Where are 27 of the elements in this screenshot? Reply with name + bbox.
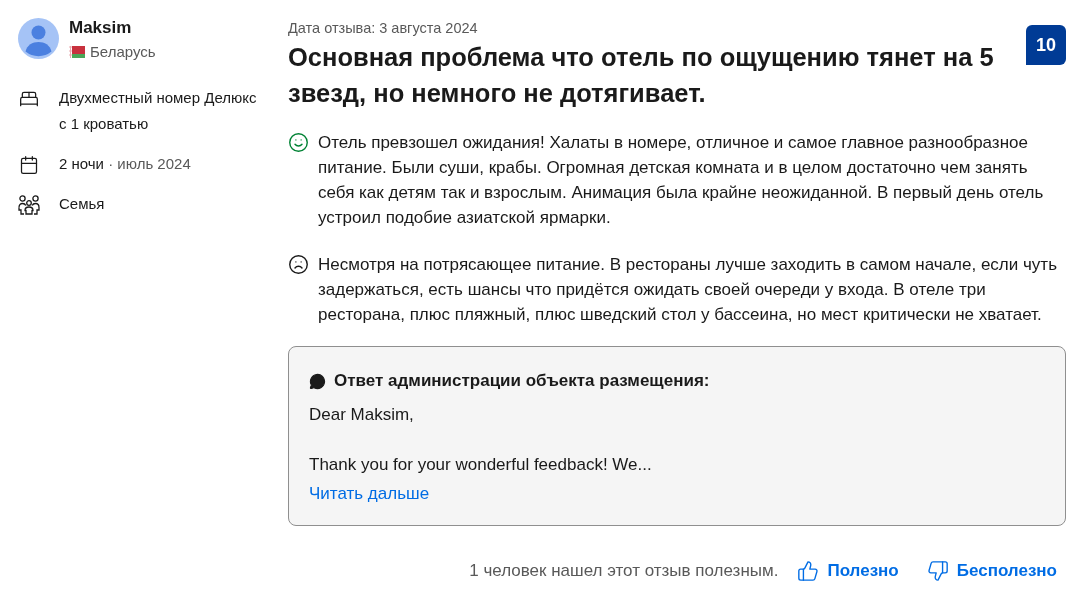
smile-icon — [288, 132, 309, 153]
reviewer-country: Беларусь — [90, 43, 156, 61]
speech-bubble-icon — [309, 372, 326, 390]
thumbs-down-icon — [926, 560, 949, 582]
response-text: Dear Maksim, — [309, 404, 415, 426]
reviewer-name: Maksim — [69, 18, 133, 38]
flag-icon — [69, 46, 85, 58]
review-date: Дата отзыва: 3 августа 2024 — [288, 19, 479, 38]
bed-icon — [19, 89, 39, 109]
stay-detail-text: Двухместный номер Делюкс с 1 кроватью — [59, 88, 258, 134]
helpful-count-text: 1 человек нашел этот отзыв полезным. — [469, 560, 779, 582]
review-title: Основная проблема что отель по ощущению тянет на 5 звезд, но немного не дотягивает. — [288, 42, 995, 109]
avatar-icon — [18, 18, 59, 59]
response-text: Thank you for your wonderful feedback! We... — [309, 454, 653, 476]
stay-detail-text: Семья — [59, 194, 106, 214]
score-badge: 10 — [1026, 25, 1066, 65]
stay-detail-text: 2 ночи · июль 2024 — [59, 154, 192, 174]
helpful-button[interactable]: Полезно — [797, 560, 899, 582]
review-comment: Несмотря на потрясающее питание. В рестораны лучше заходить в самом начале, если чуть задержаться, есть шансы что придётся ожидать своей очереди у входа. В отеле три ресторана, плюс пляжный, плюс шведский стол у бассеина, но мест критически не хватает. — [318, 254, 1058, 326]
read-more-link[interactable]: Читать дальше — [309, 483, 430, 505]
unhelpful-button[interactable]: Бесполезно — [926, 560, 1057, 582]
review-comment: Отель превзошел ожидания! Халаты в номере, отличное и самое главное разнообразное питание. Были суши, крабы. Огромная детская комната и в целом достаточно чем занять себя как детям так и взрослым. Анимация была крайне неожиданной. В первый день отель устроил подобие азиатской ярмарки. — [318, 132, 1045, 229]
calendar-icon — [19, 155, 39, 175]
frown-icon — [288, 254, 309, 275]
family-icon — [18, 195, 40, 215]
thumbs-up-icon — [797, 560, 820, 582]
response-heading: Ответ администрации объекта размещения: — [334, 370, 710, 392]
